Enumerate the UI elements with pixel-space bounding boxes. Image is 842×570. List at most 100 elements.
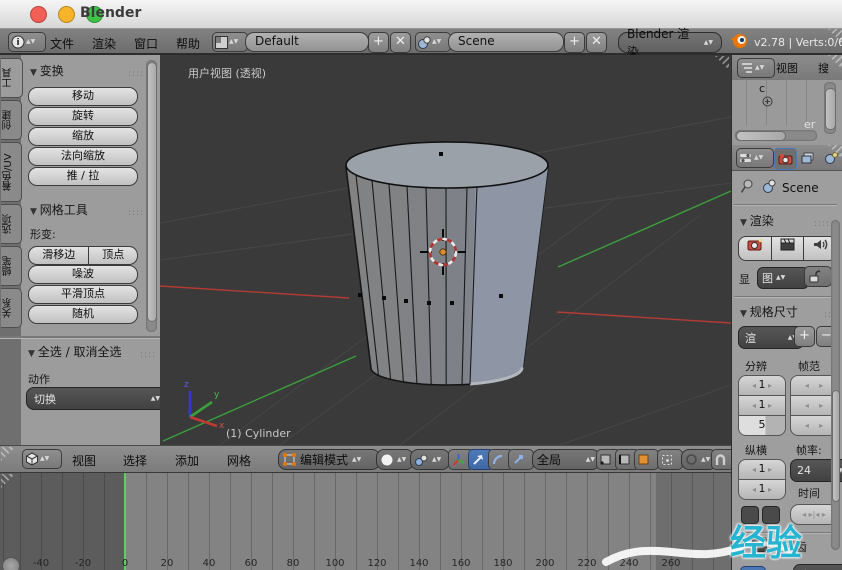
- mode-select[interactable]: 编辑模式 ▲▼: [278, 449, 380, 470]
- corner-widget[interactable]: [1, 447, 15, 461]
- aa-filter-select[interactable]: 米 ▲▼: [793, 564, 842, 570]
- tab-options[interactable]: 选项: [1, 204, 22, 244]
- panel-header-antialiasing[interactable]: 抗锯齿: [771, 538, 807, 555]
- tool-button[interactable]: 法向缩放: [28, 147, 138, 166]
- panel-header-select-all[interactable]: 全选 / 取消全选: [28, 343, 122, 360]
- tab-relations[interactable]: 关系: [1, 288, 22, 328]
- render-still-button[interactable]: [738, 236, 772, 261]
- tab-shading-uv[interactable]: 着色/UV: [1, 142, 22, 202]
- render-engine-select[interactable]: Blender 渲染 ▲▼: [618, 27, 722, 59]
- outliner-item-text[interactable]: c: [759, 82, 765, 95]
- panel-header-dimensions[interactable]: 规格尺寸: [740, 303, 798, 320]
- pivot-point-select[interactable]: ▲▼: [410, 449, 450, 470]
- delete-layout-button[interactable]: ✕: [390, 32, 411, 53]
- resolution-y-field[interactable]: ◂ 1 ▸: [738, 395, 786, 416]
- screen-layout-name-field[interactable]: Default: [245, 32, 369, 52]
- outliner-tree[interactable]: c er: [732, 80, 842, 145]
- menu-select[interactable]: 选择: [123, 452, 147, 469]
- outliner-vscrollbar[interactable]: [824, 82, 836, 134]
- expand-plus-icon[interactable]: [762, 96, 773, 107]
- tool-button-edge-slide[interactable]: 滑移边: [28, 246, 90, 265]
- editor-type-button[interactable]: i ▲▼: [8, 32, 46, 52]
- aspect-y-field[interactable]: ◂ 1 ▸: [738, 479, 786, 500]
- aspect-x-field[interactable]: ◂ 1 ▸: [738, 459, 786, 480]
- editor-type-button[interactable]: ▲▼: [737, 58, 775, 78]
- scrollbar-thumb[interactable]: [832, 390, 840, 502]
- tab-render[interactable]: [774, 148, 797, 170]
- menu-view[interactable]: 视图: [72, 452, 96, 469]
- antialiasing-checkbox[interactable]: ✓: [752, 537, 767, 552]
- screen-layout-icon-button[interactable]: ▲▼: [212, 32, 248, 52]
- outliner-hscrollbar[interactable]: [735, 130, 817, 141]
- panel-grip-icon[interactable]: [814, 211, 830, 230]
- limit-to-visible-button[interactable]: [657, 449, 683, 470]
- tool-button[interactable]: 推 / 拉: [28, 167, 138, 186]
- panel-expand-arrow[interactable]: ▼: [738, 539, 745, 549]
- tool-shelf-scrollbar[interactable]: [146, 60, 157, 332]
- pin-icon[interactable]: [740, 179, 754, 194]
- tool-button-vertex-slide[interactable]: 顶点: [89, 246, 138, 265]
- viewport-3d[interactable]: 用户视图 (透视) (1) Cylinder z y x: [159, 55, 732, 446]
- add-preset-button[interactable]: +: [794, 326, 815, 347]
- border-checkbox[interactable]: [741, 506, 759, 524]
- add-scene-button[interactable]: +: [564, 32, 585, 53]
- panel-header-transform[interactable]: 变换: [30, 62, 64, 79]
- scene-name-field[interactable]: Scene: [448, 32, 564, 52]
- scale-manipulator-button[interactable]: [508, 449, 534, 470]
- menu-item[interactable]: 渲染: [92, 36, 116, 52]
- scene-icon-button[interactable]: ▲▼: [415, 32, 451, 52]
- action-select[interactable]: 切换 ▲▼: [26, 387, 168, 410]
- aa-samples-button[interactable]: [740, 566, 766, 570]
- menu-item[interactable]: 窗口: [134, 36, 158, 52]
- tool-button[interactable]: 移动: [28, 87, 138, 106]
- tab-grease-pencil[interactable]: 蜡笔: [1, 246, 22, 286]
- render-animation-button[interactable]: [771, 236, 805, 261]
- panel-header-mesh-tools[interactable]: 网格工具: [30, 201, 88, 218]
- editor-type-button[interactable]: ▲▼: [22, 449, 62, 469]
- panel-grip-icon[interactable]: [140, 342, 156, 361]
- timeline-editor-icon[interactable]: [2, 557, 20, 570]
- frame-tick-label: 200: [535, 558, 555, 569]
- tool-button[interactable]: 噪波: [28, 265, 138, 284]
- window-close-button[interactable]: [30, 6, 47, 23]
- tool-button[interactable]: 旋转: [28, 107, 138, 126]
- menu-item[interactable]: 帮助: [176, 36, 200, 52]
- panel-grip-icon[interactable]: [128, 200, 144, 219]
- scrollbar-thumb[interactable]: [147, 62, 157, 322]
- menu-mesh[interactable]: 网格: [227, 452, 251, 469]
- menu-view[interactable]: 视图: [776, 60, 798, 76]
- breadcrumb-context[interactable]: Scene: [782, 181, 819, 195]
- menu-add[interactable]: 添加: [175, 452, 199, 469]
- scrollbar-thumb[interactable]: [736, 131, 786, 141]
- viewport-shading-select[interactable]: ▲▼: [376, 449, 414, 470]
- properties-scrollbar[interactable]: [831, 220, 840, 550]
- display-select[interactable]: 图 ▲▼: [757, 267, 809, 289]
- menu-item[interactable]: 文件: [50, 36, 74, 52]
- editor-type-button[interactable]: ▲▼: [736, 148, 774, 168]
- timeline-editor[interactable]: -40 -20 0 20 40 60 80 100 120 140 160 180 200 220 240 2…: [0, 472, 731, 570]
- resolution-x-field[interactable]: ◂ 1 ▸: [738, 375, 786, 396]
- menu-search[interactable]: 搜: [818, 60, 829, 76]
- corner-widget[interactable]: [828, 55, 842, 69]
- tool-button[interactable]: 缩放: [28, 127, 138, 146]
- region-divider[interactable]: [0, 336, 160, 338]
- crop-checkbox[interactable]: [762, 506, 780, 524]
- tool-button[interactable]: 平滑顶点: [28, 285, 138, 304]
- window-titlebar[interactable]: Blender: [0, 0, 842, 29]
- scrollbar-thumb[interactable]: [825, 88, 836, 130]
- axis-x-label: x: [219, 421, 225, 431]
- tab-render-layers[interactable]: [797, 148, 818, 168]
- transform-orientation-select[interactable]: 全局 ▲▼: [532, 449, 600, 470]
- tool-button[interactable]: 随机: [28, 305, 138, 324]
- panel-header-render[interactable]: 渲染: [740, 212, 774, 229]
- panel-grip-icon[interactable]: [128, 61, 144, 80]
- window-minimize-button[interactable]: [58, 6, 75, 23]
- add-layout-button[interactable]: +: [368, 32, 389, 53]
- delete-scene-button[interactable]: ✕: [586, 32, 607, 53]
- tab-tools[interactable]: 工具: [1, 58, 23, 98]
- tab-create[interactable]: 创建: [1, 100, 22, 140]
- face-select-button[interactable]: [634, 449, 659, 470]
- resolution-percentage-slider[interactable]: 5: [738, 415, 786, 436]
- timeline-playhead[interactable]: [124, 473, 126, 570]
- lock-interface-button[interactable]: [804, 266, 832, 287]
